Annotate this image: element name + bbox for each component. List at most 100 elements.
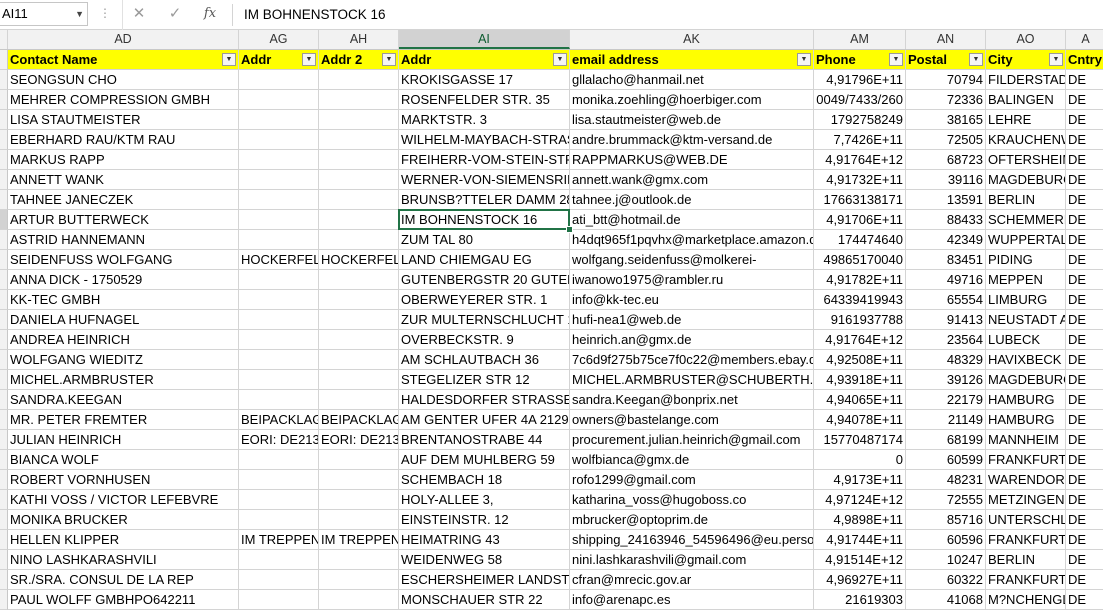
table-cell[interactable]: DE [1066,70,1103,90]
table-cell[interactable]: HAMBURG [986,390,1066,410]
row-header[interactable] [0,470,8,490]
table-cell[interactable] [319,570,399,590]
table-cell[interactable]: 4,91796E+11 [814,70,906,90]
table-cell[interactable]: 48231 [906,470,986,490]
table-cell[interactable]: hufi-nea1@web.de [570,310,814,330]
table-cell[interactable]: IM BOHNENSTOCK 16 [399,210,570,230]
table-cell[interactable]: FREIHERR-VOM-STEIN-STRASSE [399,150,570,170]
table-cell[interactable] [319,270,399,290]
filter-dropdown-icon[interactable]: ▼ [222,53,236,66]
table-cell[interactable]: MEHRER COMPRESSION GMBH [8,90,239,110]
table-cell[interactable]: SEONGSUN CHO [8,70,239,90]
table-cell[interactable] [319,230,399,250]
table-cell[interactable]: 7,7426E+11 [814,130,906,150]
table-cell[interactable]: 4,91782E+11 [814,270,906,290]
table-cell[interactable]: DE [1066,410,1103,430]
table-cell[interactable]: ANNA DICK - 1750529 [8,270,239,290]
table-cell[interactable] [319,450,399,470]
check-icon[interactable]: ✓ [165,4,185,24]
table-cell[interactable]: 4,94065E+11 [814,390,906,410]
table-cell[interactable]: IM TREPPENHAUS [239,530,319,550]
table-cell[interactable]: 21619303 [814,590,906,610]
header-cell[interactable]: Contact Name [8,50,239,70]
formula-input[interactable]: IM BOHNENSTOCK 16 [244,0,386,30]
table-cell[interactable]: KK-TEC GMBH [8,290,239,310]
table-cell[interactable]: DE [1066,450,1103,470]
table-cell[interactable] [239,190,319,210]
table-cell[interactable]: 72555 [906,490,986,510]
table-cell[interactable]: OFTERSHEIM [986,150,1066,170]
row-header[interactable] [0,350,8,370]
table-cell[interactable]: 15770487174 [814,430,906,450]
row-header[interactable] [0,550,8,570]
table-cell[interactable]: 64339419943 [814,290,906,310]
table-cell[interactable] [319,90,399,110]
table-cell[interactable] [319,510,399,530]
row-header[interactable] [0,310,8,330]
table-cell[interactable]: 9161937788 [814,310,906,330]
table-cell[interactable] [239,230,319,250]
table-cell[interactable]: FRANKFURT [986,450,1066,470]
table-cell[interactable]: DE [1066,470,1103,490]
table-cell[interactable]: MICHEL.ARMBRUSTER@SCHUBERTH.COM [570,370,814,390]
filter-active-icon[interactable]: ▼ [797,53,811,66]
close-icon[interactable]: ✕ [129,4,149,24]
table-cell[interactable]: 13591 [906,190,986,210]
row-header[interactable] [0,410,8,430]
filter-dropdown-icon[interactable]: ▼ [969,53,983,66]
column-header-a[interactable]: A [1066,30,1103,49]
table-cell[interactable]: 4,91744E+11 [814,530,906,550]
table-cell[interactable]: monika.zoehling@hoerbiger.com [570,90,814,110]
table-cell[interactable]: h4dqt965f1pqvhx@marketplace.amazon.de [570,230,814,250]
table-cell[interactable] [239,110,319,130]
column-header-an[interactable]: AN [906,30,986,49]
table-cell[interactable] [239,130,319,150]
table-cell[interactable]: DE [1066,230,1103,250]
table-cell[interactable]: ARTUR BUTTERWECK [8,210,239,230]
table-cell[interactable]: wolfbianca@gmx.de [570,450,814,470]
table-cell[interactable]: cfran@mrecic.gov.ar [570,570,814,590]
table-cell[interactable]: BIANCA WOLF [8,450,239,470]
table-cell[interactable] [319,150,399,170]
table-cell[interactable]: 60599 [906,450,986,470]
row-header[interactable] [0,430,8,450]
row-header[interactable] [0,250,8,270]
row-header[interactable] [0,90,8,110]
table-cell[interactable]: SANDRA.KEEGAN [8,390,239,410]
table-cell[interactable]: BERLIN [986,190,1066,210]
table-cell[interactable]: AM GENTER UFER 4A 21299 [399,410,570,430]
table-cell[interactable]: WARENDORF [986,470,1066,490]
table-cell[interactable] [319,170,399,190]
table-cell[interactable]: UNTERSCHLEISSHEIM [986,510,1066,530]
table-cell[interactable]: 49716 [906,270,986,290]
table-cell[interactable]: IM TREPPENHAUS [319,530,399,550]
column-header-ad[interactable]: AD [8,30,239,49]
table-cell[interactable]: TAHNEE JANECZEK [8,190,239,210]
table-cell[interactable]: HAVIXBECK [986,350,1066,370]
row-header[interactable] [0,290,8,310]
table-cell[interactable]: DE [1066,90,1103,110]
table-cell[interactable]: MARKTSTR. 3 [399,110,570,130]
table-cell[interactable]: 72505 [906,130,986,150]
table-cell[interactable]: SCHEMBACH 18 [399,470,570,490]
row-header[interactable] [0,210,8,230]
table-cell[interactable]: 17663138171 [814,190,906,210]
table-cell[interactable]: annett.wank@gmx.com [570,170,814,190]
table-cell[interactable]: MAGDEBURG [986,170,1066,190]
table-cell[interactable]: WILHELM-MAYBACH-STRASSE [399,130,570,150]
table-cell[interactable]: ati_btt@hotmail.de [570,210,814,230]
table-cell[interactable]: 23564 [906,330,986,350]
filter-dropdown-icon[interactable]: ▼ [553,53,567,66]
table-cell[interactable]: mbrucker@optoprim.de [570,510,814,530]
table-cell[interactable] [239,370,319,390]
table-cell[interactable]: MICHEL.ARMBRUSTER [8,370,239,390]
table-cell[interactable]: GUTENBERGSTR 20 GUTENBERGSTR [399,270,570,290]
header-cell[interactable]: Cntry [1066,50,1103,70]
table-cell[interactable]: 42349 [906,230,986,250]
table-cell[interactable]: AUF DEM MUHLBERG 59 [399,450,570,470]
table-cell[interactable]: ESCHERSHEIMER LANDSTR.1 [399,570,570,590]
table-cell[interactable] [239,510,319,530]
table-cell[interactable] [319,210,399,230]
table-cell[interactable]: EORI: DE2137 [319,430,399,450]
table-cell[interactable]: PIDING [986,250,1066,270]
